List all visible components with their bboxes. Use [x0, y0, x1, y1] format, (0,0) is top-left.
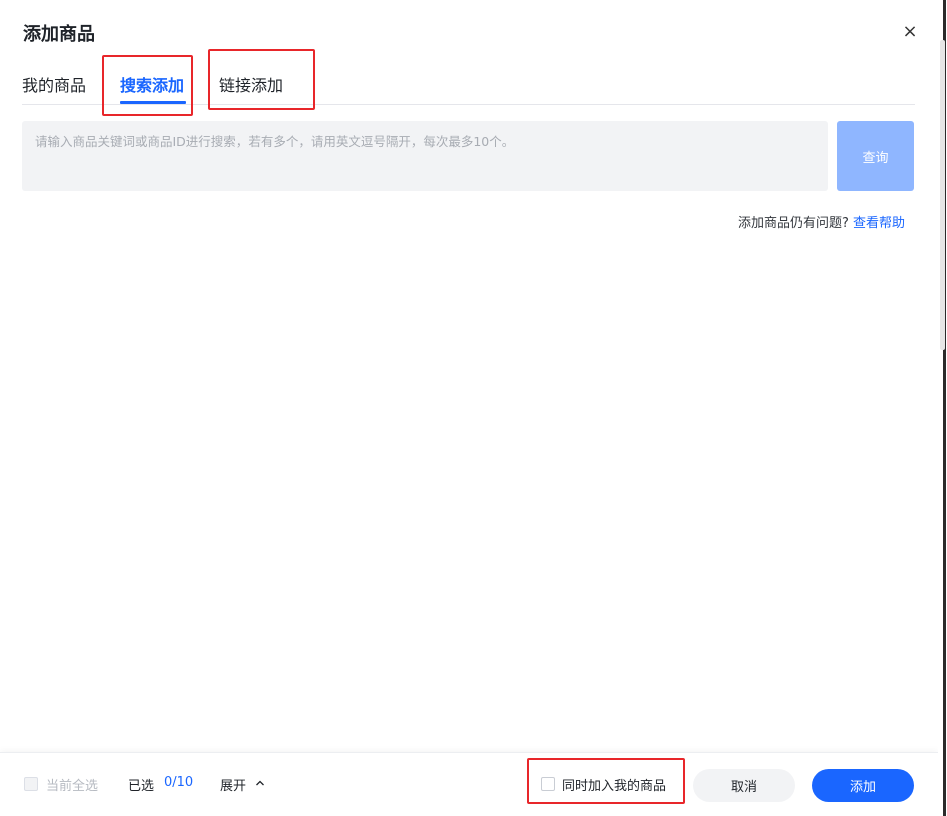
chevron-up-icon[interactable] [254, 777, 266, 789]
tab-link-add[interactable]: 链接添加 [219, 72, 283, 96]
select-all-checkbox[interactable] [24, 777, 38, 791]
scrollbar[interactable] [940, 40, 945, 350]
add-product-dialog: 添加商品 × 我的商品 搜索添加 链接添加 查询 添加商品仍有问题? 查看帮助 … [0, 0, 938, 816]
query-button[interactable]: 查询 [837, 121, 914, 191]
help-link[interactable]: 查看帮助 [853, 216, 905, 231]
tab-bar: 我的商品 搜索添加 链接添加 [22, 68, 915, 105]
sync-my-products-checkbox[interactable] [541, 777, 555, 791]
selected-label: 已选 [128, 779, 155, 794]
cancel-button[interactable]: 取消 [693, 769, 795, 802]
expand-button[interactable]: 展开 [220, 775, 246, 794]
help-row: 添加商品仍有问题? 查看帮助 [738, 212, 905, 231]
selected-count: 0/10 [164, 775, 194, 790]
add-button[interactable]: 添加 [812, 769, 914, 802]
dialog-title: 添加商品 [23, 24, 95, 45]
tab-my-products[interactable]: 我的商品 [22, 72, 86, 96]
tab-search-add[interactable]: 搜索添加 [120, 72, 184, 96]
search-input[interactable] [22, 121, 828, 191]
active-tab-indicator [120, 101, 186, 104]
sync-my-products-label[interactable]: 同时加入我的商品 [562, 775, 666, 794]
help-text: 添加商品仍有问题? [737, 216, 849, 231]
select-all-label: 当前全选 [46, 779, 99, 794]
dialog-footer: 当前全选 已选 0/10 展开 同时加入我的商品 取消 添加 [0, 752, 938, 816]
close-icon[interactable]: × [900, 20, 920, 44]
search-box [22, 121, 828, 191]
